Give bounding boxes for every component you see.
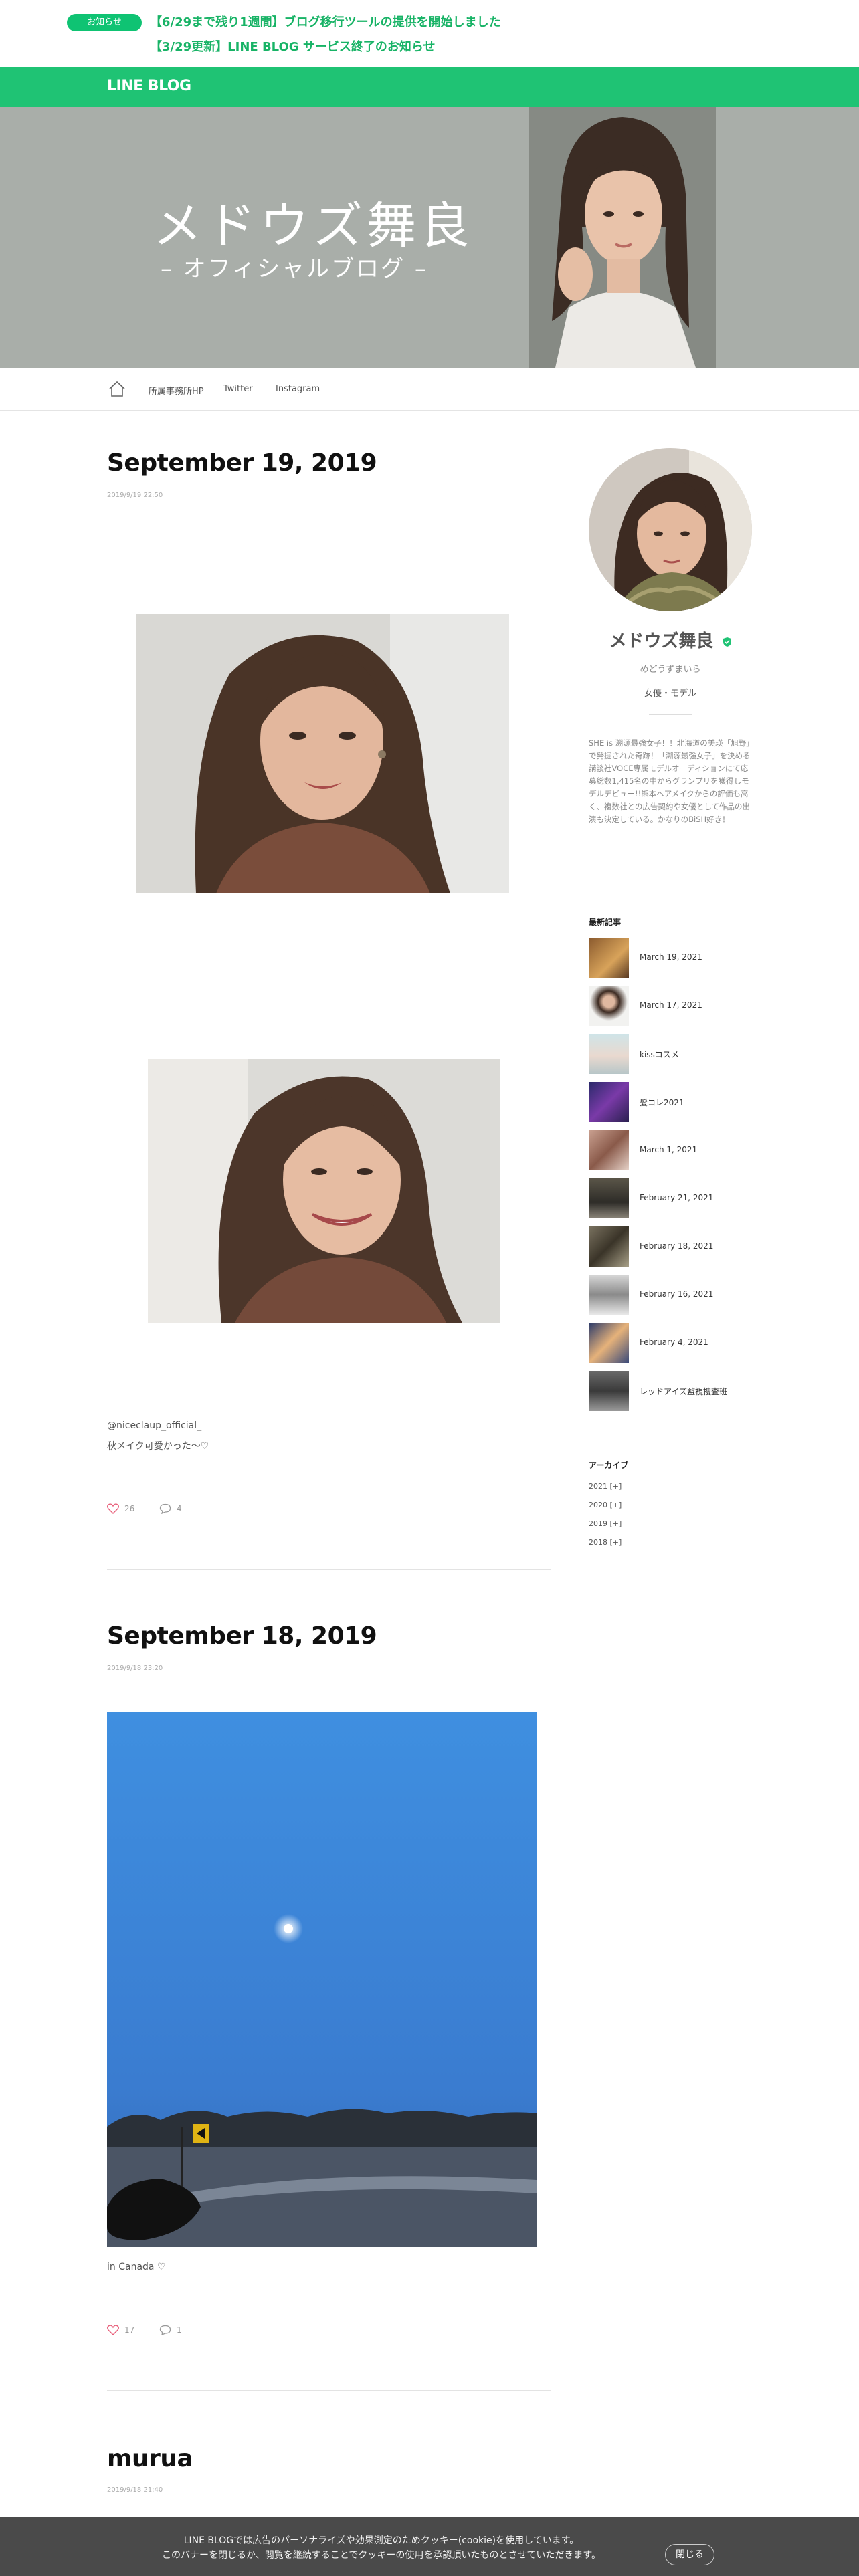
like-count: 26 (124, 1504, 135, 1513)
comment-count: 1 (177, 2325, 182, 2335)
recent-post-title: February 4, 2021 (640, 1337, 708, 1347)
nav-link-agency[interactable]: 所属事務所HP (149, 384, 204, 397)
archive-year-link[interactable]: 2018 [+] (589, 1538, 622, 1547)
home-icon[interactable] (107, 379, 127, 399)
post-title[interactable]: September 18, 2019 (107, 1622, 377, 1650)
banner-subtitle: – オフィシャルブログ – (161, 255, 428, 282)
nav-link-instagram[interactable]: Instagram (276, 384, 320, 394)
banner-portrait-photo (529, 107, 716, 368)
recent-post-title: レッドアイズ監視捜査班 (640, 1387, 728, 1396)
comment-icon (159, 2325, 171, 2335)
avatar[interactable] (589, 448, 752, 611)
post-date: 2019/9/18 23:20 (107, 1665, 163, 1672)
recent-post-title: February 16, 2021 (640, 1289, 714, 1299)
recent-post-title: kissコスメ (640, 1050, 679, 1059)
line-blog-logo[interactable]: LINE BLOG (107, 78, 191, 94)
blog-nav: 所属事務所HP Twitter Instagram (0, 368, 859, 411)
recent-post-thumbnail (589, 1178, 629, 1218)
recent-post-item[interactable]: kissコスメ (589, 1034, 752, 1074)
recent-post-thumbnail (589, 1130, 629, 1170)
notice-badge: お知らせ (67, 14, 142, 31)
comment-button[interactable]: 1 (159, 2325, 182, 2335)
recent-post-title: March 17, 2021 (640, 1000, 702, 1010)
recent-post-item[interactable]: February 4, 2021 (589, 1323, 752, 1363)
comment-icon (159, 1503, 171, 1514)
archive-year-link[interactable]: 2021 [+] (589, 1482, 622, 1491)
notice-link-end-of-service[interactable]: 【3/29更新】LINE BLOG サービス終了のお知らせ (150, 37, 435, 55)
post-caption-line: @niceclaup_official_ (107, 1420, 202, 1431)
heart-icon (107, 1503, 119, 1514)
recent-post-item[interactable]: 髪コレ2021 (589, 1082, 752, 1122)
recent-post-thumbnail (589, 1275, 629, 1315)
recent-post-item[interactable]: March 17, 2021 (589, 986, 752, 1026)
recent-post-item[interactable]: March 19, 2021 (589, 938, 752, 978)
archive-year-link[interactable]: 2020 [+] (589, 1501, 622, 1509)
comment-button[interactable]: 4 (159, 1503, 182, 1514)
recent-post-title: 髪コレ2021 (640, 1098, 684, 1107)
post-title[interactable]: murua (107, 2445, 193, 2472)
recent-post-item[interactable]: March 1, 2021 (589, 1130, 752, 1170)
post-photo[interactable] (107, 1712, 537, 2247)
cookie-close-button[interactable]: 閉じる (665, 2544, 714, 2565)
like-button[interactable]: 26 (107, 1503, 134, 1514)
like-button[interactable]: 17 (107, 2325, 134, 2335)
post-photo[interactable] (148, 1059, 500, 1323)
recent-post-item[interactable]: レッドアイズ監視捜査班 (589, 1371, 752, 1411)
verified-badge-icon (723, 637, 731, 647)
recent-post-title: March 19, 2021 (640, 952, 702, 962)
post-caption-line: 秋メイク可愛かった〜♡ (107, 1441, 209, 1452)
post-photo[interactable] (136, 614, 509, 893)
cookie-message: LINE BLOGでは広告のパーソナライズや効果測定のためクッキー(cookie… (100, 2533, 662, 2563)
recent-post-title: February 21, 2021 (640, 1193, 714, 1202)
archive-year-link[interactable]: 2019 [+] (589, 1519, 622, 1528)
profile-divider (649, 714, 692, 715)
post-divider (107, 1569, 551, 1570)
profile-role: 女優・モデル (644, 689, 696, 699)
profile-bio: SHE is 溯源最強女子！！北海道の美瑛「旭野」で発掘された奇跡！「溯源最強女… (589, 738, 751, 824)
notice-link-migration[interactable]: 【6/29まで残り1週間】ブログ移行ツールの提供を開始しました (150, 13, 501, 30)
comment-count: 4 (177, 1504, 182, 1513)
blog-banner[interactable]: メドウズ舞良 – オフィシャルブログ – (0, 107, 859, 368)
recent-post-thumbnail (589, 986, 629, 1026)
cookie-message-line: このバナーを閉じるか、閲覧を継続することでクッキーの使用を承認頂いたものとさせて… (162, 2550, 601, 2561)
post-date: 2019/9/19 22:50 (107, 492, 163, 499)
recent-post-thumbnail (589, 1226, 629, 1267)
recent-post-item[interactable]: February 21, 2021 (589, 1178, 752, 1218)
profile-name: メドウズ舞良 (589, 627, 752, 652)
recent-post-title: March 1, 2021 (640, 1145, 698, 1154)
cookie-banner: LINE BLOGでは広告のパーソナライズや効果測定のためクッキー(cookie… (0, 2517, 859, 2576)
recent-posts-heading: 最新記事 (589, 918, 622, 927)
page: お知らせ 【6/29まで残り1週間】ブログ移行ツールの提供を開始しました 【3/… (0, 0, 859, 2576)
recent-post-thumbnail (589, 1082, 629, 1122)
recent-post-thumbnail (589, 938, 629, 978)
recent-post-item[interactable]: February 18, 2021 (589, 1226, 752, 1267)
post-date: 2019/9/18 21:40 (107, 2486, 163, 2494)
heart-icon (107, 2325, 119, 2335)
recent-post-thumbnail (589, 1323, 629, 1363)
post-title[interactable]: September 19, 2019 (107, 449, 377, 477)
banner-title: メドウズ舞良 (153, 197, 474, 255)
notice-bar: お知らせ 【6/29まで残り1週間】ブログ移行ツールの提供を開始しました 【3/… (0, 0, 859, 67)
nav-link-twitter[interactable]: Twitter (223, 384, 253, 394)
recent-post-item[interactable]: February 16, 2021 (589, 1275, 752, 1315)
cookie-message-line: LINE BLOGでは広告のパーソナライズや効果測定のためクッキー(cookie… (183, 2535, 579, 2546)
profile-kana: めどうずまいら (640, 665, 701, 675)
like-count: 17 (124, 2325, 135, 2335)
archive-heading: アーカイブ (589, 1461, 629, 1470)
post-caption-line: in Canada ♡ (107, 2262, 166, 2272)
recent-post-thumbnail (589, 1034, 629, 1074)
post-divider (107, 2390, 551, 2391)
recent-post-title: February 18, 2021 (640, 1241, 714, 1251)
profile-name-text: メドウズ舞良 (609, 631, 714, 651)
recent-post-thumbnail (589, 1371, 629, 1411)
